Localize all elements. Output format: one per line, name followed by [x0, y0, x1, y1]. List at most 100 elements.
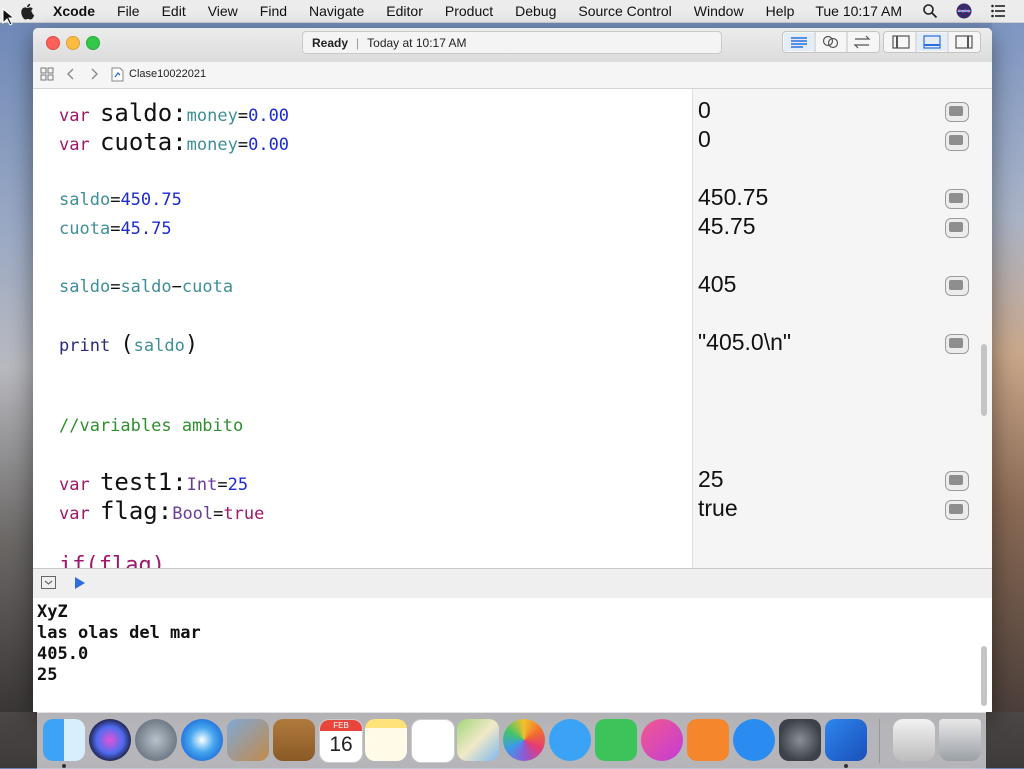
notes-icon[interactable] — [365, 719, 407, 761]
launchpad-icon[interactable] — [135, 719, 177, 761]
siri-dock-icon[interactable] — [89, 719, 131, 761]
trash-icon[interactable] — [939, 719, 981, 761]
running-indicator — [62, 764, 66, 768]
siri-icon[interactable] — [956, 3, 972, 19]
zoom-window-button[interactable] — [86, 36, 100, 50]
quick-look-button[interactable] — [945, 131, 969, 151]
menu-edit[interactable]: Edit — [162, 3, 186, 19]
code-line[interactable]: var flag:Bool=true — [59, 499, 264, 525]
app-menu[interactable]: Xcode — [53, 3, 95, 19]
calendar-day: 16 — [329, 733, 353, 756]
hide-debug-area-icon[interactable] — [41, 576, 56, 589]
calendar-icon[interactable]: FEB 16 — [319, 719, 363, 763]
code-line[interactable]: saldo=450.75 — [59, 189, 182, 211]
keyword-token: var — [59, 475, 100, 495]
menu-navigate[interactable]: Navigate — [309, 3, 364, 19]
quick-look-button[interactable] — [945, 500, 969, 520]
identifier-token: test1: — [99, 468, 187, 496]
identifier-token: saldo — [59, 190, 111, 210]
operator-token: = — [237, 106, 249, 126]
run-playground-icon[interactable] — [74, 576, 86, 590]
mouse-cursor-icon — [2, 8, 14, 26]
itunes-icon[interactable] — [641, 719, 683, 761]
console-output[interactable]: XyZ las olas del mar 405.0 25 — [33, 598, 992, 712]
forward-icon[interactable] — [89, 67, 99, 81]
jump-bar-file-name[interactable]: Clase10022021 — [129, 68, 206, 80]
menu-source-control[interactable]: Source Control — [578, 3, 671, 19]
number-token: 0.00 — [248, 135, 290, 155]
menu-file[interactable]: File — [117, 3, 140, 19]
menu-help[interactable]: Help — [766, 3, 795, 19]
system-preferences-icon[interactable] — [779, 719, 821, 761]
result-value: 0 — [698, 97, 711, 123]
notification-center-icon[interactable] — [990, 3, 1006, 19]
quick-look-button[interactable] — [945, 218, 969, 238]
result-value: "405.0\n" — [698, 329, 792, 355]
source-editor[interactable]: var saldo:money=0.00 var cuota:money=0.0… — [33, 89, 992, 568]
identifier-token: cuota: — [99, 128, 187, 156]
minimize-window-button[interactable] — [66, 36, 80, 50]
contacts-icon[interactable] — [273, 719, 315, 761]
result-value: 45.75 — [698, 213, 756, 239]
back-icon[interactable] — [66, 67, 76, 81]
code-comment[interactable]: //variables ambito — [59, 415, 243, 437]
status-separator: | — [356, 35, 360, 50]
related-items-icon[interactable] — [40, 67, 54, 81]
menu-product[interactable]: Product — [445, 3, 493, 19]
identifier-token: saldo — [59, 277, 111, 297]
spotlight-search-icon[interactable] — [922, 3, 938, 19]
disk-icon[interactable] — [893, 719, 935, 761]
finder-icon[interactable] — [43, 719, 85, 761]
menu-window[interactable]: Window — [694, 3, 744, 19]
photos-icon[interactable] — [503, 719, 545, 761]
keyword-token: var — [59, 135, 100, 155]
jump-bar: Clase10022021 — [33, 62, 992, 89]
ibooks-icon[interactable] — [687, 719, 729, 761]
code-line-partial[interactable]: if(flag) — [59, 555, 165, 569]
menu-bar: Xcode File Edit View Find Navigate Edito… — [0, 0, 1024, 23]
quick-look-button[interactable] — [945, 276, 969, 296]
apple-menu-icon[interactable] — [19, 2, 37, 20]
menu-find[interactable]: Find — [260, 3, 287, 19]
build-status-label: Ready — [312, 35, 349, 50]
paren-token: ) — [184, 332, 199, 357]
code-line[interactable]: var saldo:money=0.00 — [59, 101, 290, 127]
xcode-icon[interactable] — [825, 719, 867, 761]
panel-toggle-segment — [883, 31, 981, 53]
app-store-icon[interactable] — [733, 719, 775, 761]
menu-debug[interactable]: Debug — [515, 3, 556, 19]
editor-scrollbar[interactable] — [981, 344, 987, 416]
menu-view[interactable]: View — [208, 3, 238, 19]
menu-clock[interactable]: Tue 10:17 AM — [815, 3, 902, 19]
result-value: 405 — [698, 271, 737, 297]
reminders-icon[interactable] — [411, 719, 455, 763]
quick-look-button[interactable] — [945, 102, 969, 122]
quick-look-button[interactable] — [945, 334, 969, 354]
code-line[interactable]: var test1:Int=25 — [59, 468, 248, 496]
console-line: las olas del mar — [37, 623, 201, 643]
photo-preview-icon[interactable] — [227, 719, 269, 761]
console-scrollbar[interactable] — [981, 646, 987, 706]
code-line[interactable]: var cuota:money=0.00 — [59, 128, 290, 156]
identifier-token: cuota — [181, 277, 234, 297]
menu-editor[interactable]: Editor — [386, 3, 423, 19]
debug-bar — [33, 568, 992, 599]
result-value: 0 — [698, 126, 711, 152]
messages-icon[interactable] — [549, 719, 591, 761]
build-time-label: Today at 10:17 AM — [367, 35, 467, 50]
dock: FEB 16 — [37, 712, 986, 769]
close-window-button[interactable] — [46, 36, 60, 50]
code-line[interactable]: cuota=45.75 — [59, 218, 172, 240]
quick-look-button[interactable] — [945, 189, 969, 209]
identifier-token: saldo — [133, 336, 185, 356]
maps-icon[interactable] — [457, 719, 499, 761]
console-line: XyZ — [37, 602, 68, 622]
activity-status-view: Ready | Today at 10:17 AM — [302, 31, 722, 54]
code-line[interactable]: saldo=saldo−cuota — [59, 276, 233, 298]
code-line[interactable]: print (saldo) — [59, 334, 198, 357]
facetime-icon[interactable] — [595, 719, 637, 761]
safari-icon[interactable] — [181, 719, 223, 761]
running-indicator — [844, 764, 848, 768]
number-token: 0.00 — [248, 106, 290, 126]
quick-look-button[interactable] — [945, 471, 969, 491]
